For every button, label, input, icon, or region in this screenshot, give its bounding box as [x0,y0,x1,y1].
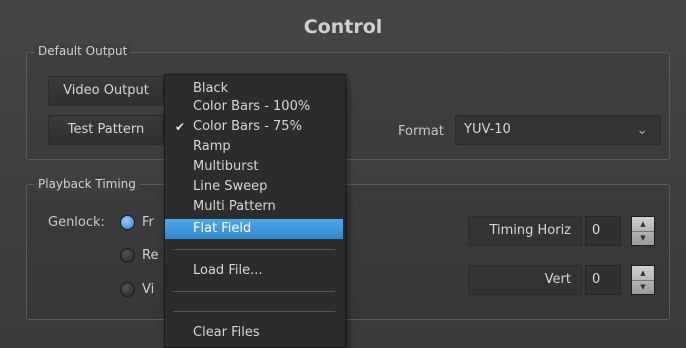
checkmark-icon: ✔ [175,120,186,134]
menu-item-label: Load File... [193,263,263,278]
triangle-down-icon[interactable]: ▼ [632,280,654,294]
menu-item-load-file[interactable]: Load File... [165,261,343,281]
menu-item-label: Multi Pattern [193,199,276,214]
timing-horiz-label-box: Timing Horiz [468,216,582,246]
menu-item-black[interactable]: Black [165,79,343,99]
menu-item-label: Clear Files [193,325,260,340]
window-title: Control [303,16,383,38]
vert-input[interactable]: 0 [585,265,621,295]
menu-separator [173,311,335,312]
menu-item-color-bars-75[interactable]: ✔ Color Bars - 75% [165,117,343,137]
menu-separator [173,249,335,250]
genlock-radio-3-label: Vi [142,282,155,297]
menu-item-label: Color Bars - 100% [193,99,311,114]
menu-item-label: Multiburst [193,159,259,174]
vert-label: Vert [544,272,571,287]
timing-horiz-label: Timing Horiz [489,223,571,238]
menu-item-ramp[interactable]: Ramp [165,137,343,157]
video-output-button[interactable]: Video Output [48,76,164,106]
test-pattern-button[interactable]: Test Pattern [48,115,164,145]
menu-item-line-sweep[interactable]: Line Sweep [165,177,343,197]
genlock-radio-1-label: Fr [142,215,154,230]
vert-stepper[interactable]: ▲ ▼ [631,265,655,295]
triangle-up-icon[interactable]: ▲ [632,266,654,281]
vert-label-box: Vert [468,265,582,295]
genlock-radio-2[interactable] [120,248,135,263]
timing-horiz-input[interactable]: 0 [585,216,621,246]
menu-item-label: Color Bars - 75% [193,119,302,134]
default-output-group-label: Default Output [34,44,132,58]
menu-separator [173,291,335,292]
genlock-radio-3[interactable] [120,282,135,297]
triangle-up-icon[interactable]: ▲ [632,217,654,232]
genlock-radio-1[interactable] [120,215,135,230]
menu-item-label: Flat Field [193,221,252,236]
format-select[interactable]: YUV-10 ⌄ [455,115,661,145]
menu-item-clear-files[interactable]: Clear Files [165,323,343,343]
playback-timing-group-label: Playback Timing [34,177,140,191]
format-value: YUV-10 [464,122,511,137]
menu-item-multi-pattern[interactable]: Multi Pattern [165,197,343,217]
menu-item-label: Ramp [193,139,231,154]
menu-item-flat-field[interactable]: Flat Field [165,219,343,239]
menu-item-color-bars-100[interactable]: Color Bars - 100% [165,97,343,117]
menu-item-label: Line Sweep [193,179,268,194]
triangle-down-icon[interactable]: ▼ [632,231,654,245]
test-pattern-menu: Black Color Bars - 100% ✔ Color Bars - 7… [164,74,346,348]
chevron-down-icon: ⌄ [636,122,648,138]
timing-horiz-stepper[interactable]: ▲ ▼ [631,216,655,246]
control-window: Control Default Output Video Output Test… [0,0,686,348]
menu-item-multiburst[interactable]: Multiburst [165,157,343,177]
genlock-label: Genlock: [48,215,105,230]
menu-item-label: Black [193,81,229,96]
genlock-radio-2-label: Re [142,248,159,263]
format-label: Format [398,124,444,139]
